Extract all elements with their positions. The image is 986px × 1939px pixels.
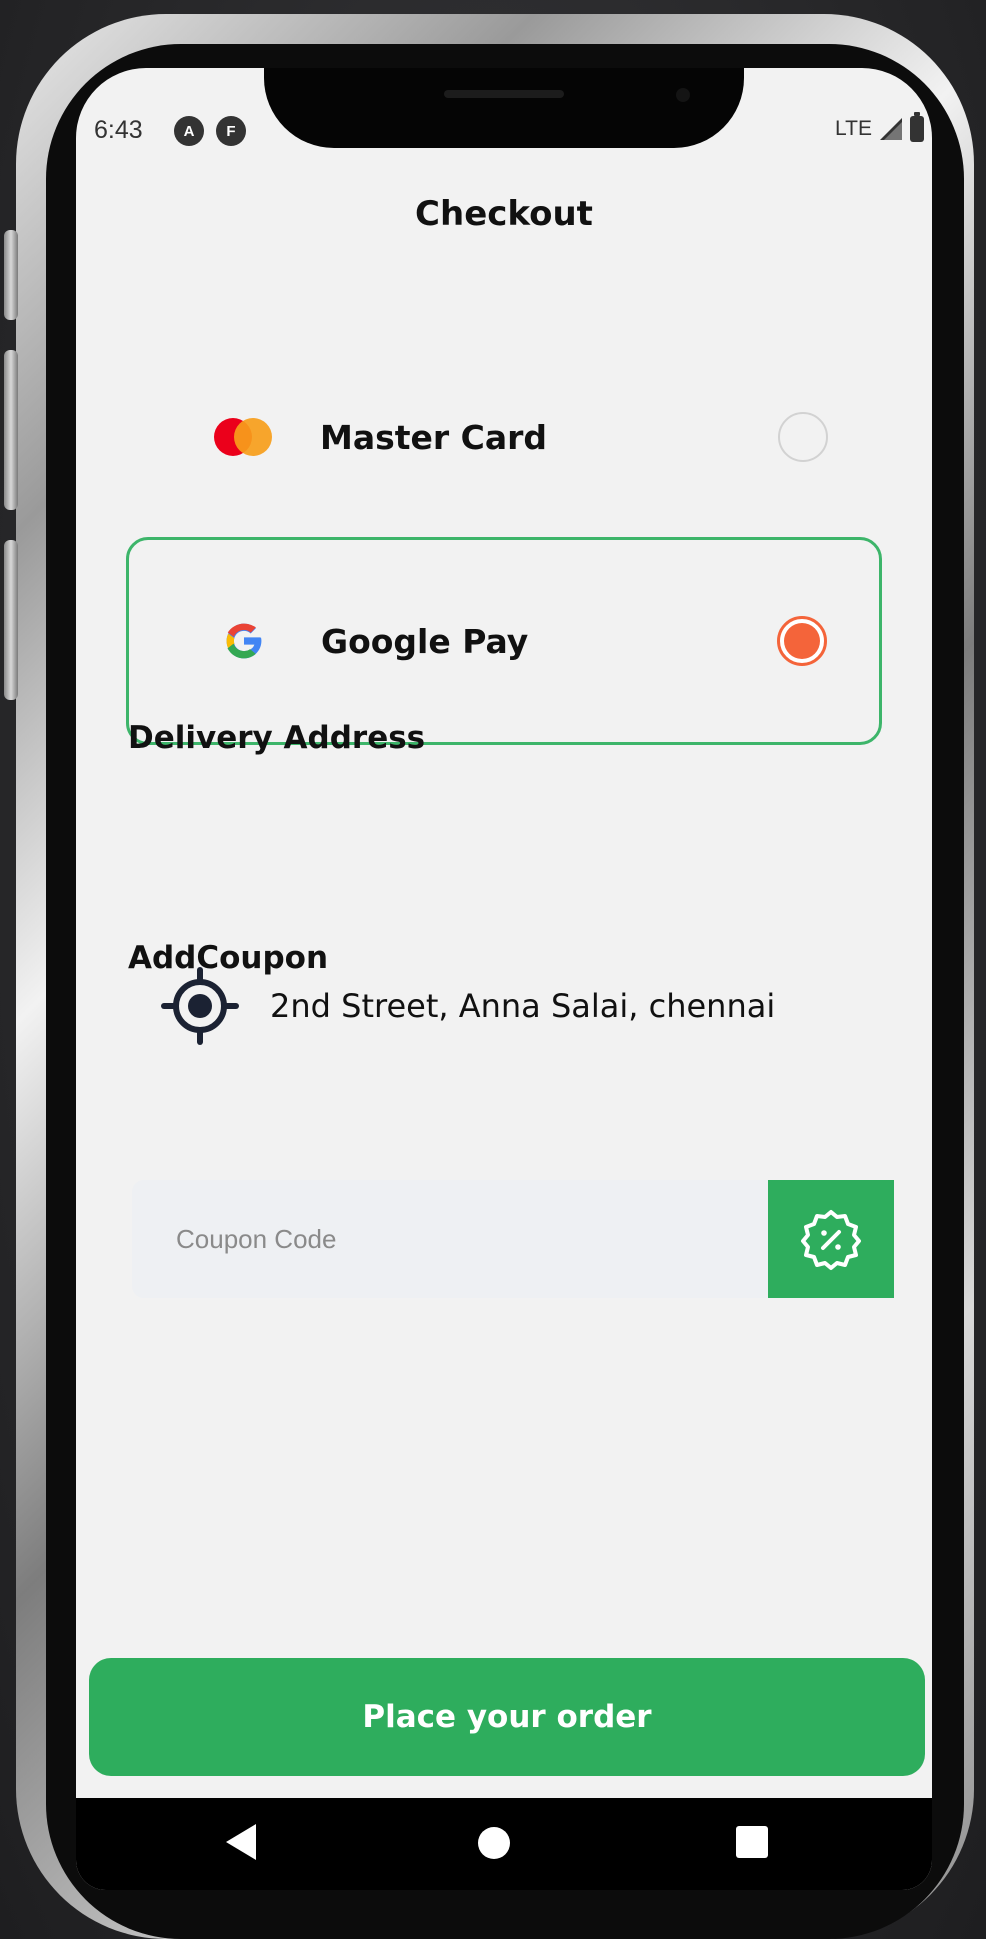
nav-recents-icon[interactable] xyxy=(736,1826,768,1858)
battery-icon xyxy=(910,112,924,142)
apply-coupon-button[interactable] xyxy=(768,1180,894,1298)
status-time: 6:43 xyxy=(94,116,143,144)
system-navigation-bar xyxy=(76,1798,932,1890)
discount-badge-icon xyxy=(801,1210,861,1270)
nav-home-icon[interactable] xyxy=(478,1827,510,1859)
scene: 6:43 A F LTE Checkout Master Card Google… xyxy=(0,0,986,1939)
radio-mastercard[interactable] xyxy=(778,412,828,462)
front-camera xyxy=(676,88,690,102)
phone-side-button-top xyxy=(4,230,18,320)
delivery-address-text: 2nd Street, Anna Salai, chennai xyxy=(270,987,776,1025)
payment-option-label: Master Card xyxy=(320,417,548,457)
add-coupon-heading: AddCoupon xyxy=(128,940,329,976)
phone-volume-button-2 xyxy=(4,540,18,700)
signal-icon xyxy=(880,118,902,140)
phone-volume-button xyxy=(4,350,18,510)
status-notification-icon-2: F xyxy=(216,116,246,146)
coupon-code-input[interactable] xyxy=(132,1180,732,1298)
coupon-field-container xyxy=(132,1180,894,1298)
nav-back-icon[interactable] xyxy=(226,1824,256,1860)
notch xyxy=(264,68,744,148)
network-type-label: LTE xyxy=(835,117,872,140)
payment-option-label: Google Pay xyxy=(321,621,529,661)
page-title: Checkout xyxy=(415,194,593,234)
payment-option-mastercard[interactable]: Master Card xyxy=(126,333,882,541)
location-target-icon xyxy=(161,967,239,1045)
phone-screen: 6:43 A F LTE Checkout Master Card Google… xyxy=(76,68,932,1890)
google-logo-icon xyxy=(209,606,279,676)
status-indicators: LTE xyxy=(835,112,924,142)
delivery-address-heading: Delivery Address xyxy=(128,720,426,756)
radio-selected-dot xyxy=(784,623,820,659)
radio-google-pay[interactable] xyxy=(777,616,827,666)
status-notification-icon: A xyxy=(174,116,204,146)
mastercard-logo-icon xyxy=(208,402,278,472)
payment-option-google-pay[interactable]: Google Pay xyxy=(126,537,882,745)
place-order-button[interactable]: Place your order xyxy=(89,1658,925,1776)
speaker xyxy=(444,90,564,98)
